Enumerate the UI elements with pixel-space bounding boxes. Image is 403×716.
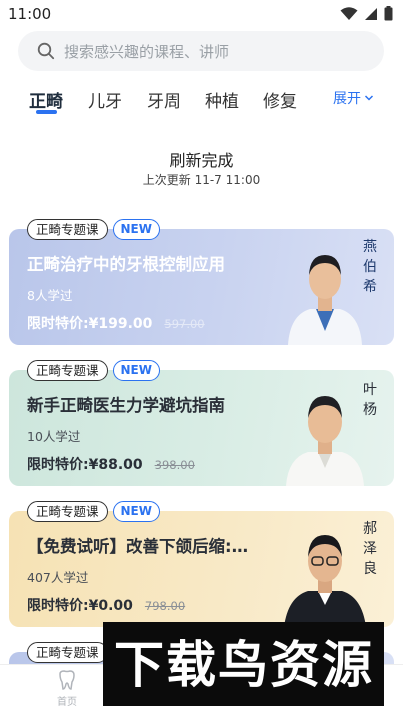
signal-icon xyxy=(365,7,377,20)
price-row: 限时特价: ¥88.00 398.00 xyxy=(27,454,195,474)
tab-pediatric[interactable]: 儿牙 xyxy=(88,87,122,112)
battery-icon xyxy=(384,6,393,21)
original-price: 398.00 xyxy=(154,458,195,472)
active-tab-indicator xyxy=(36,110,57,114)
learner-count: 10人学过 xyxy=(27,429,81,444)
topic-tag: 正畸专题课 xyxy=(27,642,108,663)
search-placeholder: 搜索感兴趣的课程、讲师 xyxy=(64,42,230,61)
expand-button[interactable]: 展开 xyxy=(317,82,389,114)
teacher-name: 叶杨 xyxy=(363,382,377,418)
topic-tag: 正畸专题课 xyxy=(27,360,108,381)
topic-tag: 正畸专题课 xyxy=(27,501,108,522)
chevron-down-icon xyxy=(364,95,374,101)
teacher-name: 郝泽良 xyxy=(363,521,377,577)
tab-orthodontics[interactable]: 正畸 xyxy=(29,87,63,112)
nav-home-label: 首页 xyxy=(57,697,77,708)
price-label: 限时特价: xyxy=(27,598,89,614)
tab-periodontics[interactable]: 牙周 xyxy=(147,87,181,112)
learner-count: 407人学过 xyxy=(27,570,89,585)
course-tags: 正畸专题课 NEW xyxy=(27,219,160,240)
search-icon xyxy=(37,42,55,60)
price-row: 限时特价: ¥199.00 597.00 xyxy=(27,313,205,333)
search-input[interactable]: 搜索感兴趣的课程、讲师 xyxy=(18,31,384,71)
status-bar: 11:00 xyxy=(0,0,403,28)
nav-home[interactable]: 首页 xyxy=(37,669,97,708)
refresh-status: 刷新完成 xyxy=(169,151,234,170)
course-tags: 正畸专题课 NEW xyxy=(27,360,160,381)
learner-count: 8人学过 xyxy=(27,288,73,303)
course-card[interactable]: 叶杨 新手正畸医生力学避坑指南 10人学过 限时特价: ¥88.00 398.0… xyxy=(9,370,394,486)
new-badge: NEW xyxy=(112,360,160,381)
expand-label: 展开 xyxy=(333,91,361,107)
course-card[interactable]: 燕伯希 正畸治疗中的牙根控制应用 8人学过 限时特价: ¥199.00 597.… xyxy=(9,229,394,345)
status-icons xyxy=(340,6,393,21)
course-tags: 正畸专题课 NEW xyxy=(27,501,160,522)
price-label: 限时特价: xyxy=(27,316,89,332)
tooth-icon xyxy=(59,670,75,690)
course-title: 【免费试听】改善下颌后缩:… xyxy=(27,537,249,556)
tab-implant[interactable]: 种植 xyxy=(205,87,239,112)
status-time: 11:00 xyxy=(8,5,52,23)
original-price: 798.00 xyxy=(144,599,186,613)
watermark-logo: 下载鸟资源 xyxy=(114,636,374,694)
wifi-icon xyxy=(340,6,358,20)
price-row: 限时特价: ¥0.00 798.00 xyxy=(27,595,185,615)
refresh-timestamp: 上次更新 11-7 11:00 xyxy=(142,173,261,187)
price-label: 限时特价: xyxy=(27,457,89,473)
watermark: 下载鸟资源 xyxy=(103,622,384,706)
course-card[interactable]: 郝泽良 【免费试听】改善下颌后缩:… 407人学过 限时特价: ¥0.00 79… xyxy=(9,511,394,627)
new-badge: NEW xyxy=(112,219,160,240)
current-price: ¥0.00 xyxy=(88,598,133,614)
topic-tag: 正畸专题课 xyxy=(27,219,108,240)
current-price: ¥199.00 xyxy=(88,316,153,332)
teacher-portrait xyxy=(284,535,366,627)
course-title: 正畸治疗中的牙根控制应用 xyxy=(27,255,225,274)
tab-restoration[interactable]: 修复 xyxy=(263,87,297,112)
current-price: ¥88.00 xyxy=(88,457,143,473)
svg-text:下载鸟资源: 下载鸟资源 xyxy=(114,636,374,694)
original-price: 597.00 xyxy=(164,317,205,331)
teacher-portrait xyxy=(288,255,362,345)
course-title: 新手正畸医生力学避坑指南 xyxy=(27,396,225,415)
teacher-name: 燕伯希 xyxy=(363,239,377,295)
teacher-portrait xyxy=(286,396,364,486)
new-badge: NEW xyxy=(112,501,160,522)
course-tags: 正畸专题课 xyxy=(27,642,108,663)
